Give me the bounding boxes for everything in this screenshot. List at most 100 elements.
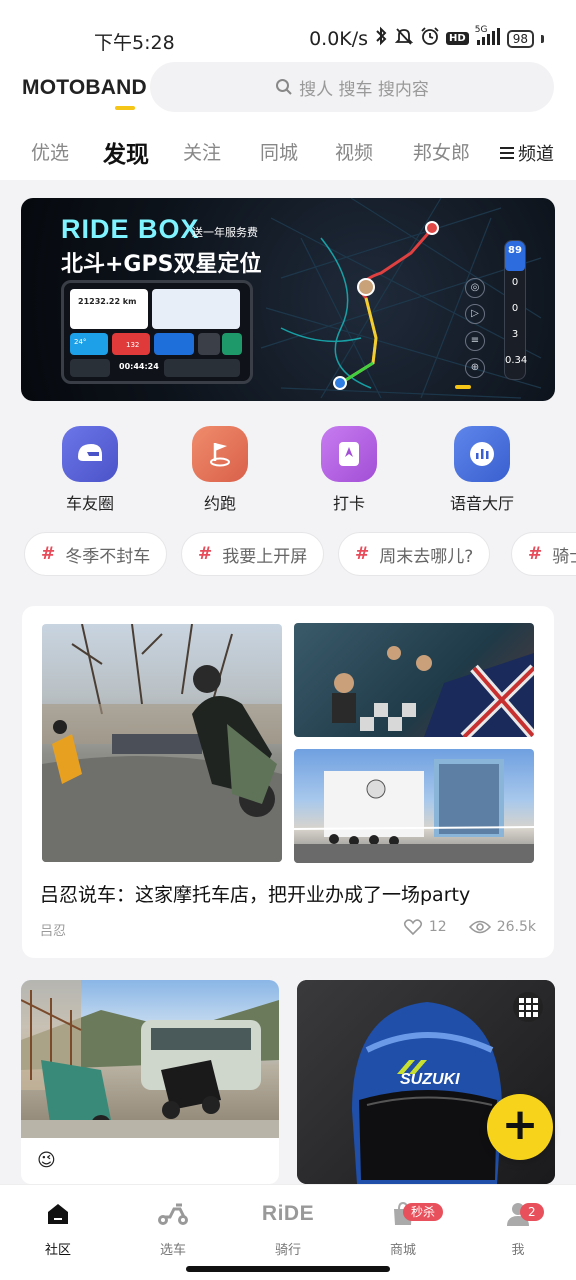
- post-title[interactable]: 吕忍说车：这家摩托车店，把开业办成了一场party: [40, 880, 470, 907]
- feed-card-photo[interactable]: [21, 980, 279, 1138]
- map-play-icon: ▷: [465, 304, 485, 324]
- device-tile-nav: [154, 333, 194, 355]
- search-bar[interactable]: 搜人 搜车 搜内容: [150, 62, 554, 112]
- network-speed: 0.0K/s: [309, 27, 369, 50]
- ride-logo: RiDE: [261, 1202, 315, 1225]
- stats-value-4: 0.34: [505, 355, 528, 366]
- heart-icon[interactable]: [403, 918, 423, 936]
- quick-actions: 车友圈 约跑 打卡 语音大厅: [0, 420, 576, 520]
- banner-page-indicator: [455, 385, 471, 389]
- notification-count-badge: 2: [520, 1203, 544, 1221]
- hashtag-label: 周末去哪儿?: [379, 546, 474, 567]
- hashtag-icon: #: [198, 544, 213, 564]
- tab-band-girls[interactable]: 邦女郎: [413, 138, 470, 165]
- feed-card-caption: 😉: [37, 1150, 56, 1171]
- device-map-card: [152, 289, 240, 329]
- battery-tip: [541, 34, 544, 43]
- search-placeholder: 搜人 搜车 搜内容: [299, 79, 429, 100]
- signal-icon: 5G: [475, 25, 501, 51]
- status-time: 下午5:28: [94, 32, 175, 54]
- nav-ride[interactable]: RiDE 骑行: [248, 1199, 328, 1258]
- hd-badge: HD: [446, 32, 469, 45]
- alarm-icon: [420, 26, 440, 51]
- app-screen: 下午5:28 0.0K/s HD 5G 98 MOTOBAND 搜人 搜车 搜内: [0, 0, 576, 1280]
- hashtag-chip[interactable]: # 周末去哪儿?: [338, 532, 491, 576]
- hashtag-icon: #: [41, 544, 56, 564]
- status-bar: 下午5:28 0.0K/s HD 5G 98: [0, 0, 576, 62]
- tab-video[interactable]: 视频: [335, 138, 373, 165]
- stats-value-2: 0: [511, 303, 519, 314]
- tab-following[interactable]: 关注: [183, 138, 221, 165]
- stats-value-3: 3: [511, 329, 519, 340]
- banner-title: RIDE BOX: [61, 214, 200, 244]
- device-tile-bottom: [70, 359, 110, 377]
- hashtag-chip[interactable]: # 冬季不封车: [24, 532, 168, 576]
- bluetooth-icon: [374, 26, 388, 51]
- parked-scooters-illustration: [21, 980, 279, 1138]
- promo-banner[interactable]: RIDE BOX 送一年服务费 北斗+GPS双星定位 21232.22 km 2…: [21, 198, 555, 401]
- tab-featured[interactable]: 优选: [31, 138, 69, 165]
- action-label: 打卡: [332, 494, 365, 513]
- nav-label: 商城: [389, 1243, 416, 1258]
- eye-icon: [468, 920, 491, 934]
- device-speed: 132: [126, 341, 140, 349]
- create-post-button[interactable]: +: [487, 1094, 553, 1160]
- post-author[interactable]: 吕忍: [40, 920, 66, 939]
- scooter-icon: [133, 1199, 213, 1229]
- feature-post-card[interactable]: 吕忍说车：这家摩托车店，把开业办成了一场party 吕忍 12 26.5k: [22, 606, 554, 958]
- helmet-brand-text: SUZUKI: [400, 1071, 460, 1088]
- storefront-illustration: [294, 759, 534, 863]
- device-tile-gray: [198, 333, 220, 355]
- action-label: 车友圈: [65, 494, 114, 513]
- channel-button[interactable]: 频道: [500, 140, 554, 166]
- status-icons: 0.0K/s HD 5G 98: [309, 25, 544, 51]
- action-rider-circle[interactable]: 车友圈: [45, 426, 135, 514]
- nav-community[interactable]: 社区: [18, 1199, 98, 1258]
- action-group-ride[interactable]: 约跑: [175, 426, 265, 514]
- hashtag-row: # 冬季不封车 # 我要上开屏 # 周末去哪儿? # 骑士: [0, 532, 576, 576]
- hashtag-chip[interactable]: # 我要上开屏: [181, 532, 325, 576]
- action-label: 语音大厅: [449, 494, 514, 513]
- hashtag-label: 骑士: [552, 546, 576, 567]
- nav-me[interactable]: 我 2: [478, 1199, 558, 1258]
- tab-discover[interactable]: 发现: [103, 135, 149, 169]
- hashtag-chip[interactable]: # 骑士: [511, 532, 576, 576]
- helmet-icon: [62, 426, 118, 482]
- bookmark-icon: [321, 426, 377, 482]
- post-photo-main[interactable]: [42, 624, 282, 862]
- flag-icon: [192, 426, 248, 482]
- device-mockup: 21232.22 km 24° 132 00:44:24: [61, 280, 253, 384]
- nav-choose-bike[interactable]: 选车: [133, 1199, 213, 1258]
- tab-local[interactable]: 同城: [260, 138, 298, 165]
- channel-label: 频道: [518, 144, 554, 165]
- active-tab-indicator: [115, 106, 135, 110]
- device-distance: 21232.22 km: [78, 297, 137, 306]
- device-tile-bottom-right: [164, 359, 240, 377]
- action-label: 约跑: [203, 494, 236, 513]
- post-photo-storefront[interactable]: [294, 749, 534, 863]
- search-icon: [276, 79, 292, 95]
- mute-bell-icon: [394, 26, 414, 51]
- view-count: 26.5k: [496, 919, 536, 935]
- hashtag-icon: #: [528, 544, 543, 564]
- post-stats: 12 26.5k: [403, 918, 536, 936]
- stats-score: 89: [505, 241, 525, 271]
- nav-label: 骑行: [274, 1243, 301, 1258]
- device-clock: 00:44:24: [119, 362, 159, 371]
- user-icon: [478, 1199, 558, 1229]
- home-indicator: [186, 1266, 390, 1272]
- nav-mall[interactable]: 商城 秒杀: [363, 1199, 443, 1258]
- battery-level: 98: [512, 31, 528, 46]
- gallery-grid-icon[interactable]: [513, 992, 543, 1022]
- nav-label: 社区: [44, 1243, 71, 1258]
- feed-card[interactable]: 😉: [21, 980, 279, 1184]
- rider-avatar-pin: [357, 278, 375, 296]
- feed-tabs: 优选 发现 关注 同城 视频 邦女郎 频道: [0, 132, 576, 180]
- hashtag-label: 冬季不封车: [65, 546, 151, 567]
- action-check-in[interactable]: 打卡: [304, 426, 394, 514]
- map-settings-icon: ≡: [465, 331, 485, 351]
- top-header: MOTOBAND 搜人 搜车 搜内容 优选 发现 关注 同城 视频 邦女郎 频道: [0, 62, 576, 180]
- action-voice-hall[interactable]: 语音大厅: [437, 426, 527, 514]
- post-photo-interior[interactable]: [294, 623, 534, 737]
- audio-icon: [454, 426, 510, 482]
